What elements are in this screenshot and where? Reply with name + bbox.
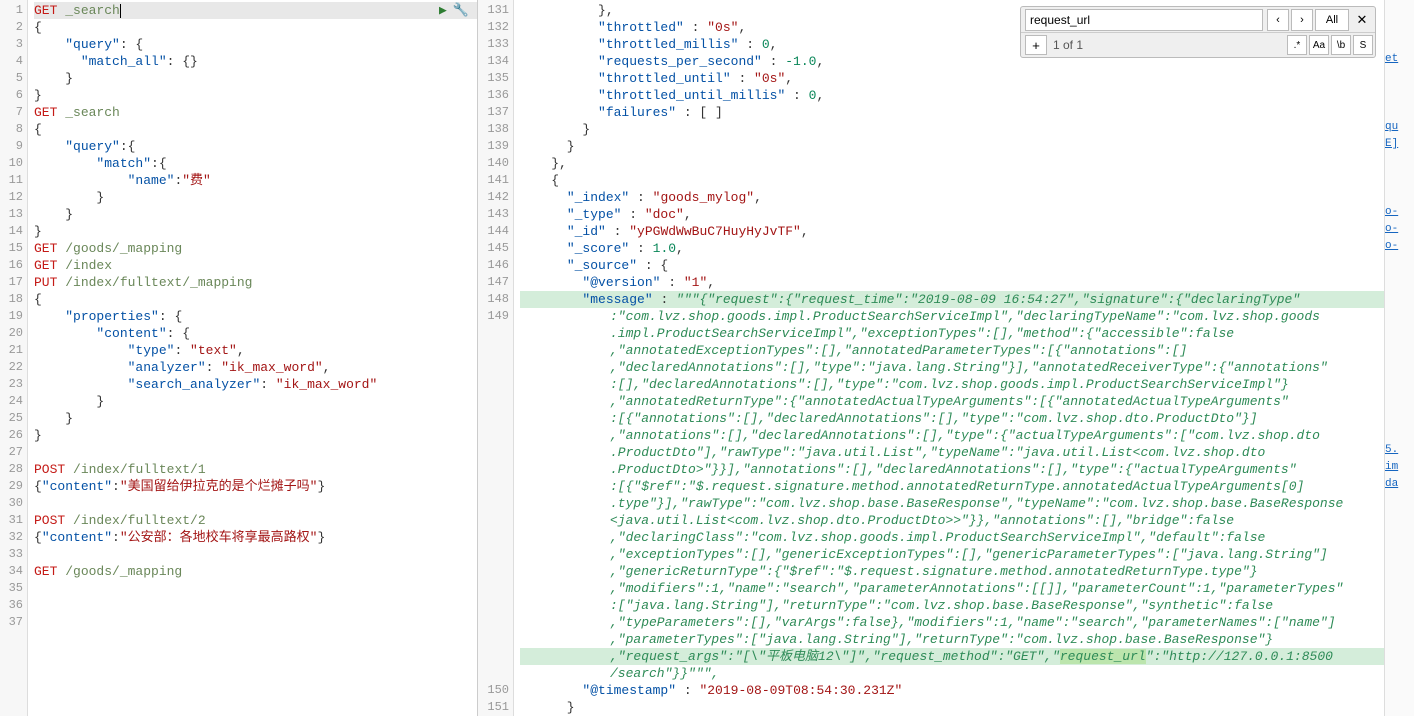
code-line[interactable]: "name":"费" (34, 172, 477, 189)
code-line[interactable]: "throttled_until" : "0s", (520, 70, 1384, 87)
code-line[interactable]: GET _search (34, 2, 477, 19)
find-regex-toggle[interactable]: .* (1287, 35, 1307, 55)
line-gutter-right: 1311321331341351361371381391401411421431… (478, 0, 514, 716)
adjacent-content-sliver: etquE]o-o-o-5.imda (1384, 0, 1414, 716)
code-line[interactable]: POST /index/fulltext/1 (34, 461, 477, 478)
code-line[interactable]: "query":{ (34, 138, 477, 155)
response-viewer[interactable]: }, "throttled" : "0s", "throttled_millis… (514, 0, 1384, 716)
code-line[interactable]: "_score" : 1.0, (520, 240, 1384, 257)
code-line[interactable]: { (34, 19, 477, 36)
code-line[interactable]: } (34, 70, 477, 87)
code-line[interactable]: } (34, 189, 477, 206)
code-line[interactable]: "_index" : "goods_mylog", (520, 189, 1384, 206)
request-editor-panel: ▶ 🔧 123456789101112131415161718192021222… (0, 0, 478, 716)
code-line[interactable]: "@version" : "1", (520, 274, 1384, 291)
code-line[interactable]: "analyzer": "ik_max_word", (34, 359, 477, 376)
settings-icon[interactable]: 🔧 (453, 3, 469, 18)
code-line[interactable]: GET /index (34, 257, 477, 274)
code-line[interactable]: } (34, 393, 477, 410)
code-line[interactable]: } (34, 410, 477, 427)
code-line[interactable]: }, (520, 155, 1384, 172)
code-line[interactable]: PUT /index/fulltext/_mapping (34, 274, 477, 291)
find-replace-toggle[interactable]: + (1025, 35, 1047, 55)
code-line[interactable]: GET /goods/_mapping (34, 240, 477, 257)
code-line[interactable]: "content": { (34, 325, 477, 342)
code-line[interactable]: {"content":"美国留给伊拉克的是个烂摊子吗"} (34, 478, 477, 495)
code-line[interactable]: "match_all": {} (34, 53, 477, 70)
find-word-toggle[interactable]: \b (1331, 35, 1351, 55)
find-all-button[interactable]: All (1315, 9, 1349, 31)
code-line[interactable]: "throttled_until_millis" : 0, (520, 87, 1384, 104)
code-line[interactable]: } (34, 427, 477, 444)
code-line[interactable] (34, 580, 477, 597)
code-line[interactable]: "search_analyzer": "ik_max_word" (34, 376, 477, 393)
code-line[interactable]: "_source" : { (520, 257, 1384, 274)
request-editor[interactable]: GET _search{ "query": { "match_all": {} … (28, 0, 477, 716)
code-line[interactable]: GET _search (34, 104, 477, 121)
code-line[interactable]: { (34, 291, 477, 308)
code-line[interactable]: "type": "text", (34, 342, 477, 359)
find-count-label: 1 of 1 (1053, 38, 1287, 52)
code-line[interactable] (34, 597, 477, 614)
find-close-button[interactable]: ✕ (1351, 9, 1373, 31)
code-line[interactable] (34, 444, 477, 461)
code-line[interactable]: { (34, 121, 477, 138)
code-line[interactable]: "failures" : [ ] (520, 104, 1384, 121)
code-line[interactable]: } (34, 223, 477, 240)
code-line[interactable]: } (34, 206, 477, 223)
code-line[interactable]: GET /goods/_mapping (34, 563, 477, 580)
code-line[interactable]: "message" : """{"request":{"request_time… (520, 291, 1384, 308)
code-line[interactable]: { (520, 172, 1384, 189)
run-query-icon[interactable]: ▶ (439, 3, 447, 18)
code-line[interactable]: "properties": { (34, 308, 477, 325)
find-panel: ‹ › All ✕ + 1 of 1 .* Aa \b S (1020, 6, 1376, 58)
code-line[interactable]: "query": { (34, 36, 477, 53)
find-prev-button[interactable]: ‹ (1267, 9, 1289, 31)
response-panel: 1311321331341351361371381391401411421431… (478, 0, 1384, 716)
find-next-button[interactable]: › (1291, 9, 1313, 31)
code-line[interactable]: } (520, 121, 1384, 138)
code-line[interactable] (34, 495, 477, 512)
find-input[interactable] (1025, 9, 1263, 31)
code-line[interactable]: {"content":"公安部：各地校车将享最高路权"} (34, 529, 477, 546)
run-controls: ▶ 🔧 (439, 3, 469, 18)
code-line[interactable] (34, 546, 477, 563)
find-case-toggle[interactable]: Aa (1309, 35, 1329, 55)
code-line[interactable]: "match":{ (34, 155, 477, 172)
code-line[interactable]: "_type" : "doc", (520, 206, 1384, 223)
code-line[interactable]: POST /index/fulltext/2 (34, 512, 477, 529)
line-gutter-left: 1234567891011121314151617181920212223242… (0, 0, 28, 716)
code-line[interactable]: } (520, 138, 1384, 155)
code-line[interactable] (34, 614, 477, 631)
code-line[interactable]: "_id" : "yPGWdWwBuC7HuyHyJvTF", (520, 223, 1384, 240)
code-line[interactable]: } (34, 87, 477, 104)
find-selection-toggle[interactable]: S (1353, 35, 1373, 55)
